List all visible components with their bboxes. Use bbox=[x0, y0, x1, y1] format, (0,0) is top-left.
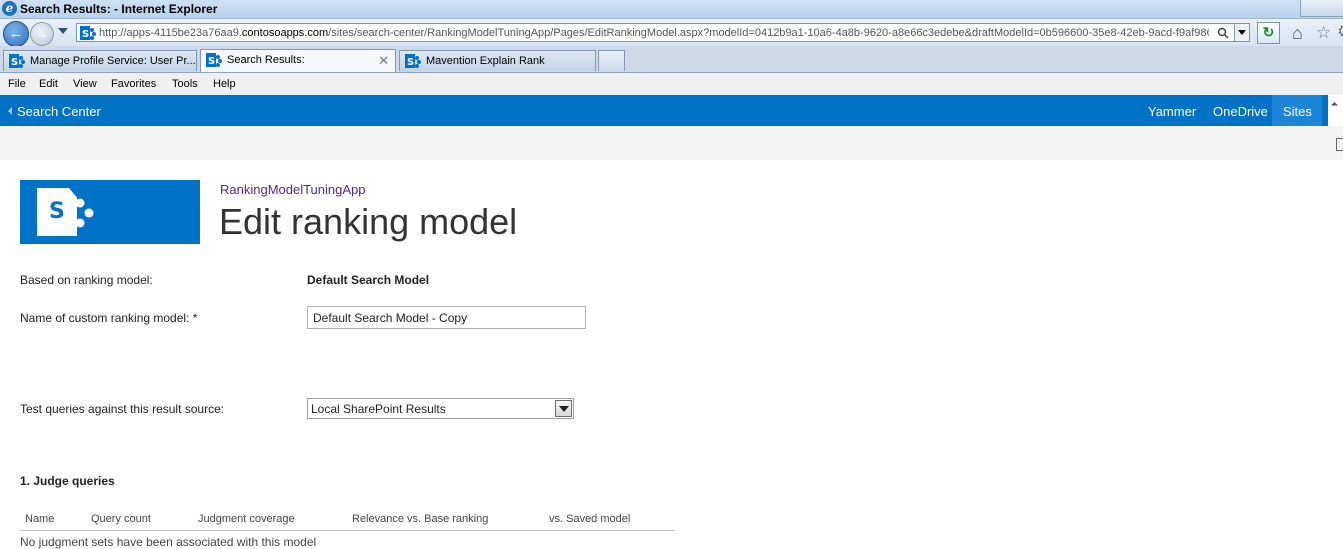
menu-favorites[interactable]: Favorites bbox=[111, 78, 156, 90]
tab-search-results[interactable]: S Search Results: ✕ bbox=[200, 49, 396, 72]
address-dropdown-icon[interactable] bbox=[1234, 24, 1249, 41]
suite-bar: Search Center Yammer OneDrive Sites bbox=[0, 95, 1343, 126]
url-text: http://apps-4115be23a76aa9.contosoapps.c… bbox=[99, 27, 1209, 39]
sharepoint-favicon-icon: S bbox=[206, 53, 222, 72]
close-tab-icon[interactable]: ✕ bbox=[378, 53, 389, 69]
compatibility-refresh-button[interactable]: ↻ bbox=[1257, 22, 1280, 44]
col-header-vs-saved: vs. Saved model bbox=[549, 513, 631, 525]
search-icon[interactable] bbox=[1217, 26, 1229, 39]
favorites-star-icon[interactable]: ☆ bbox=[1316, 24, 1331, 42]
result-source-select[interactable]: Local SharePoint Results bbox=[307, 398, 574, 419]
result-source-label: Test queries against this result source: bbox=[20, 402, 225, 416]
tab-label: Manage Profile Service: User Pr... bbox=[30, 55, 196, 67]
tab-label: Search Results: bbox=[227, 54, 305, 66]
ribbon-area bbox=[0, 126, 1343, 160]
forward-button[interactable]: → bbox=[30, 22, 54, 46]
menu-edit[interactable]: Edit bbox=[39, 78, 58, 90]
sharepoint-logo-icon: S bbox=[37, 188, 77, 236]
col-header-relevance-base: Relevance vs. Base ranking bbox=[352, 513, 489, 525]
svg-text:S: S bbox=[82, 29, 89, 40]
menu-file[interactable]: File bbox=[8, 78, 26, 90]
back-button[interactable]: ← bbox=[3, 21, 29, 47]
chevron-down-icon[interactable] bbox=[555, 400, 572, 417]
address-toolbar: ← → S http://apps-4115be23a76aa9.contoso… bbox=[0, 19, 1343, 47]
address-input[interactable]: S http://apps-4115be23a76aa9.contosoapps… bbox=[76, 23, 1250, 42]
menu-tools[interactable]: Tools bbox=[172, 78, 198, 90]
ie-logo-icon: e bbox=[2, 1, 17, 16]
new-tab-button[interactable] bbox=[598, 50, 625, 71]
based-on-value: Default Search Model bbox=[307, 273, 430, 287]
empty-table-message: No judgment sets have been associated wi… bbox=[20, 535, 317, 549]
yammer-link[interactable]: Yammer bbox=[1148, 104, 1196, 119]
tab-mavention-explain-rank[interactable]: S Mavention Explain Rank bbox=[399, 50, 596, 71]
menu-bar: File Edit View Favorites Tools Help bbox=[0, 73, 1343, 95]
based-on-label: Based on ranking model: bbox=[20, 273, 153, 287]
col-header-query-count: Query count bbox=[91, 513, 151, 525]
minimize-button[interactable] bbox=[1300, 0, 1343, 17]
col-header-judgment-coverage: Judgment coverage bbox=[198, 513, 295, 525]
window-title: Search Results: - Internet Explorer bbox=[20, 2, 218, 16]
onedrive-link[interactable]: OneDrive bbox=[1213, 104, 1268, 119]
model-name-input[interactable] bbox=[307, 306, 586, 329]
site-name-link[interactable]: Search Center bbox=[17, 104, 101, 119]
model-name-label: Name of custom ranking model: * bbox=[20, 311, 198, 325]
judge-queries-heading: 1. Judge queries bbox=[20, 474, 115, 488]
history-dropdown-icon[interactable] bbox=[58, 28, 68, 34]
caret-left-icon bbox=[8, 107, 12, 115]
tab-manage-profile[interactable]: S Manage Profile Service: User Pr... bbox=[3, 50, 197, 71]
sharepoint-logo-dots-icon bbox=[75, 198, 94, 228]
sites-link[interactable]: Sites bbox=[1283, 104, 1312, 119]
home-icon[interactable]: ⌂ bbox=[1292, 24, 1303, 42]
window-titlebar: e Search Results: - Internet Explorer bbox=[0, 0, 1343, 19]
col-header-name: Name bbox=[25, 513, 55, 525]
table-divider bbox=[20, 530, 675, 531]
sharepoint-favicon-icon: S bbox=[9, 54, 25, 73]
sharepoint-favicon-icon: S bbox=[405, 54, 421, 73]
gear-icon[interactable]: ⚙ bbox=[1337, 23, 1343, 41]
svg-text:S: S bbox=[208, 56, 215, 67]
tab-strip: S Manage Profile Service: User Pr... S S… bbox=[0, 46, 1343, 73]
menu-view[interactable]: View bbox=[73, 78, 97, 90]
suite-bar-corner bbox=[1328, 95, 1343, 126]
svg-text:S: S bbox=[407, 57, 414, 68]
focus-on-content-icon[interactable] bbox=[1336, 138, 1343, 151]
svg-text:S: S bbox=[11, 57, 18, 68]
breadcrumb[interactable]: RankingModelTuningApp bbox=[220, 182, 366, 197]
result-source-value: Local SharePoint Results bbox=[311, 402, 446, 416]
page-title: Edit ranking model bbox=[219, 201, 518, 242]
sharepoint-favicon-icon: S bbox=[80, 26, 96, 45]
menu-help[interactable]: Help bbox=[213, 78, 236, 90]
tab-label: Mavention Explain Rank bbox=[426, 55, 545, 67]
site-logo[interactable]: S bbox=[20, 180, 200, 244]
